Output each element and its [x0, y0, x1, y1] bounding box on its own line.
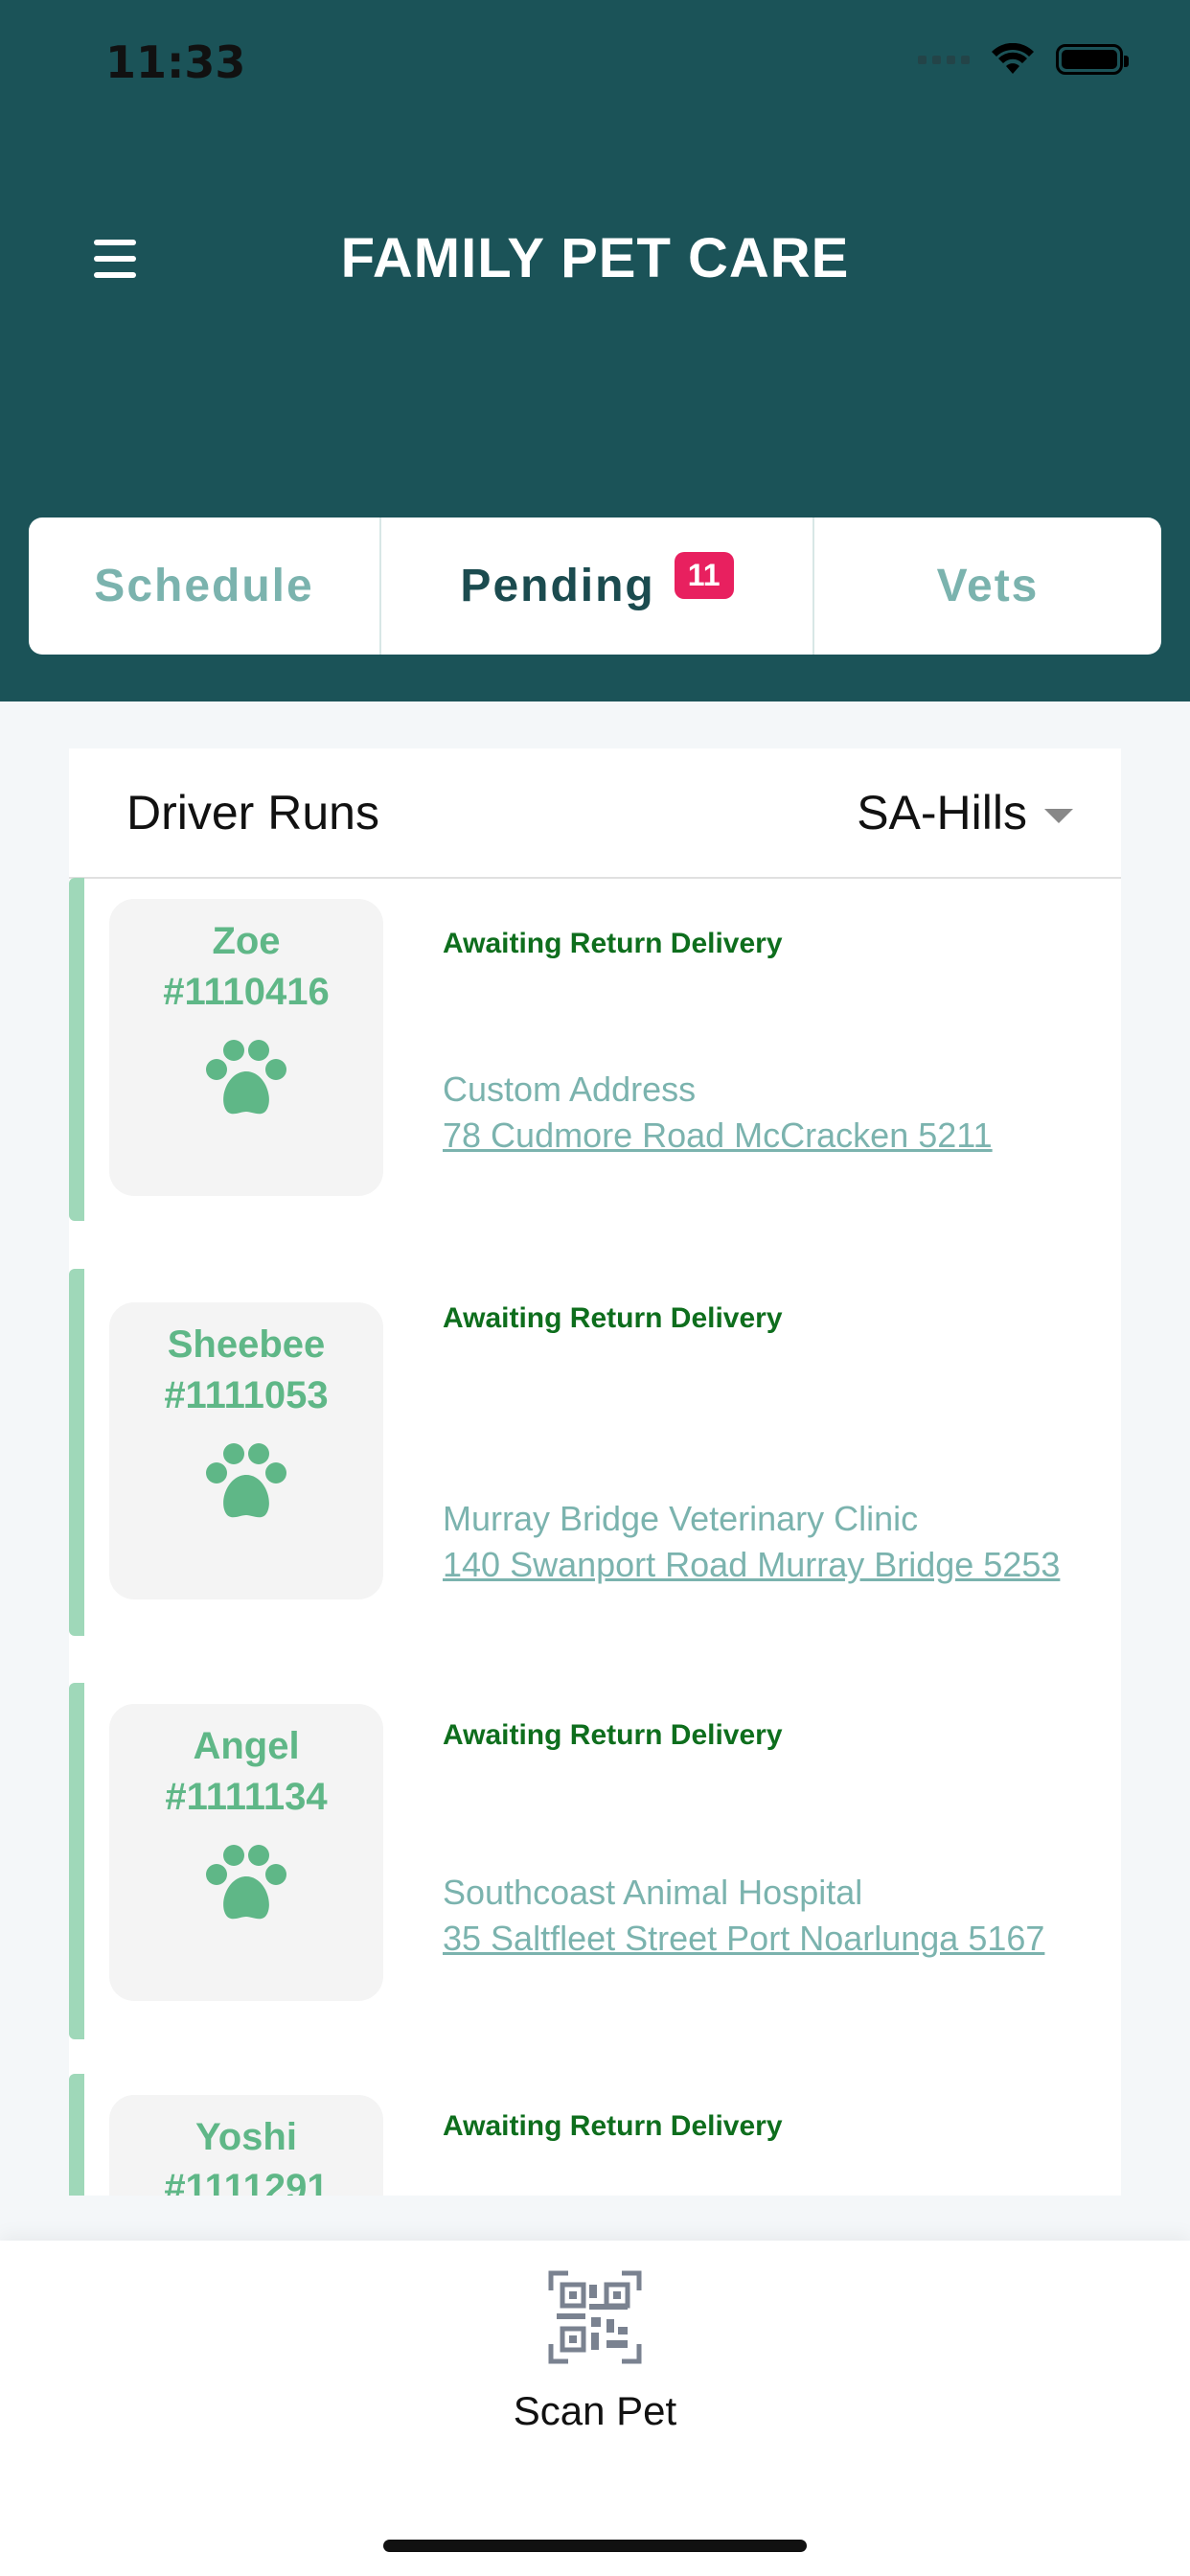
delivery-status: Awaiting Return Delivery: [443, 1719, 783, 1751]
pet-id: #1111291: [164, 2167, 329, 2196]
home-indicator[interactable]: [383, 2540, 807, 2552]
pet-id: #1110416: [163, 971, 330, 1013]
region-value: SA-Hills: [857, 786, 1027, 840]
delivery-status: Awaiting Return Delivery: [443, 1302, 783, 1334]
status-icons: [918, 43, 1129, 76]
scan-pet-button[interactable]: Scan Pet: [0, 2269, 1190, 2434]
pending-count-badge: 11: [674, 552, 734, 599]
paw-icon: [206, 1845, 286, 1920]
tab-label: Vets: [936, 561, 1040, 611]
address-name: Custom Address: [443, 1070, 697, 1109]
caret-down-icon: [1044, 808, 1073, 823]
item-accent-bar: [69, 1269, 84, 1636]
tab-label: Pending: [460, 561, 655, 611]
pet-card: Sheebee #1111053: [109, 1302, 383, 1599]
tab-vets[interactable]: Vets: [814, 518, 1161, 655]
tab-label: Schedule: [94, 561, 314, 611]
item-accent-bar: [69, 2074, 84, 2196]
pet-id: #1111134: [165, 1776, 328, 1818]
delivery-status: Awaiting Return Delivery: [443, 2110, 783, 2142]
list-item[interactable]: Sheebee #1111053 Awaiting Return Deliver…: [69, 1269, 1121, 1636]
tab-pending[interactable]: Pending 11: [379, 518, 814, 655]
driver-runs-panel: Driver Runs SA-Hills Zoe #1110416 Awaiti…: [69, 748, 1121, 2196]
pet-card: Angel #1111134: [109, 1704, 383, 2001]
paw-icon: [206, 1040, 286, 1115]
address-link[interactable]: 35 Saltfleet Street Port Noarlunga 5167: [443, 1919, 1044, 1959]
tab-schedule[interactable]: Schedule: [29, 518, 379, 655]
qr-code-icon: [548, 2270, 642, 2364]
region-dropdown[interactable]: SA-Hills: [857, 785, 1073, 840]
address-link[interactable]: 78 Cudmore Road McCracken 5211: [443, 1116, 993, 1156]
paw-icon: [206, 1443, 286, 1518]
pet-name: Zoe: [212, 920, 281, 962]
list-item[interactable]: Zoe #1110416 Awaiting Return Delivery Cu…: [69, 878, 1121, 1221]
battery-icon: [1056, 44, 1129, 75]
pet-name: Yoshi: [195, 2116, 297, 2158]
item-accent-bar: [69, 1683, 84, 2039]
address-link[interactable]: 140 Swanport Road Murray Bridge 5253: [443, 1545, 1060, 1585]
bottom-bar: Scan Pet: [0, 2241, 1190, 2576]
list-item[interactable]: Angel #1111134 Awaiting Return Delivery …: [69, 1683, 1121, 2039]
wifi-icon: [992, 43, 1034, 74]
panel-header: Driver Runs SA-Hills: [69, 748, 1121, 879]
pet-name: Angel: [193, 1725, 300, 1767]
address-name: Murray Bridge Veterinary Clinic: [443, 1499, 919, 1538]
signal-icon: [918, 55, 970, 64]
delivery-status: Awaiting Return Delivery: [443, 928, 783, 959]
app-title: FAMILY PET CARE: [340, 227, 850, 289]
pet-name: Sheebee: [167, 1323, 326, 1366]
list-item[interactable]: Yoshi #1111291 Awaiting Return Delivery: [69, 2074, 1121, 2196]
address-name: Southcoast Animal Hospital: [443, 1873, 863, 1912]
driver-runs-label: Driver Runs: [126, 786, 379, 840]
item-accent-bar: [69, 878, 84, 1221]
status-time: 11:33: [105, 36, 246, 88]
scan-pet-label: Scan Pet: [513, 2388, 677, 2433]
pet-card: Yoshi #1111291: [109, 2095, 383, 2196]
pet-card: Zoe #1110416: [109, 899, 383, 1196]
pet-id: #1111053: [164, 1374, 329, 1416]
tab-bar: Schedule Pending 11 Vets: [29, 518, 1161, 655]
